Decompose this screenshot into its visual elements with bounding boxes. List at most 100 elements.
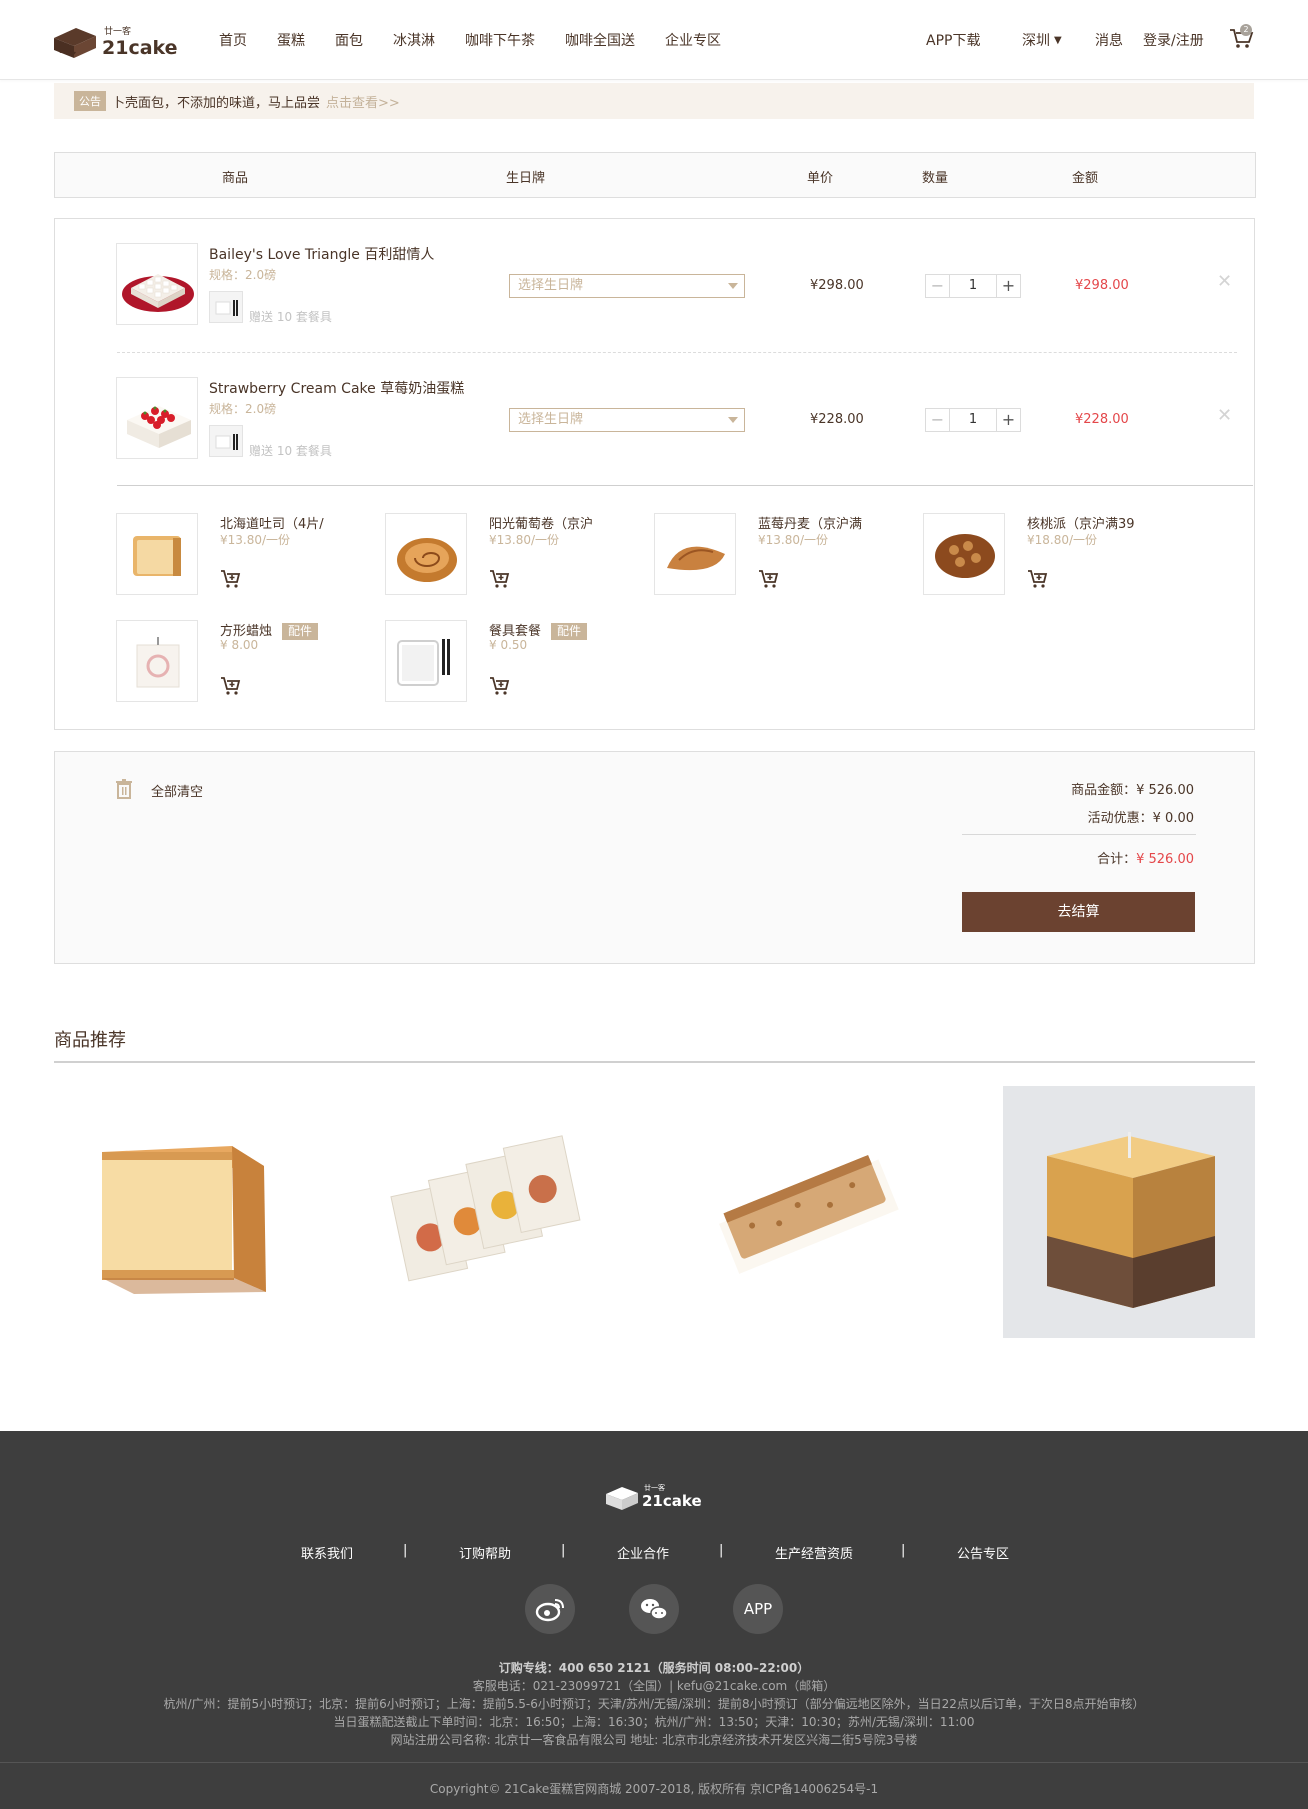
- messages-link[interactable]: 消息: [1095, 0, 1123, 80]
- quantity-value[interactable]: 1: [950, 275, 996, 297]
- pound-cake-image: [719, 1154, 899, 1274]
- footer-link-separator: |: [403, 1543, 408, 1558]
- recommend-product[interactable]: [681, 1086, 933, 1338]
- brand-logo[interactable]: 廿一客 21cake: [52, 16, 177, 62]
- footer-logo[interactable]: 廿一客 21cake: [604, 1478, 702, 1514]
- accessory-name[interactable]: 蓝莓丹麦（京沪满: [758, 513, 908, 532]
- add-to-cart-icon[interactable]: [489, 675, 511, 697]
- increase-button[interactable]: +: [996, 409, 1020, 431]
- nav-bread[interactable]: 面包: [335, 30, 363, 50]
- footer-link-separator: |: [719, 1543, 724, 1558]
- product-name[interactable]: Bailey's Love Triangle 百利甜情人: [209, 244, 434, 264]
- decrease-button[interactable]: −: [926, 275, 950, 297]
- accessory-item: 餐具套餐 配件 ¥ 0.50: [385, 620, 635, 704]
- accessory-image[interactable]: [923, 513, 1005, 595]
- accessory-price: ¥18.80/一份: [1027, 533, 1098, 547]
- notice-text: 卜壳面包，不添加的味道，马上品尝: [112, 95, 321, 111]
- app-download-link[interactable]: APP下载: [926, 0, 980, 80]
- summary-divider: [962, 834, 1196, 835]
- accessory-price: ¥13.80/一份: [758, 533, 829, 547]
- accessory-name-text: 方形蜡烛: [220, 624, 273, 639]
- accessory-name[interactable]: 北海道吐司（4片/: [220, 513, 370, 532]
- quantity-stepper: − 1 +: [925, 274, 1021, 298]
- accessory-name[interactable]: 餐具套餐 配件: [489, 620, 639, 640]
- decrease-button[interactable]: −: [926, 409, 950, 431]
- accessory-price: ¥13.80/一份: [489, 533, 560, 547]
- nav-home[interactable]: 首页: [219, 30, 247, 50]
- site-header: 廿一客 21cake 首页 蛋糕 面包 冰淇淋 咖啡下午茶 咖啡全国送 企业专区…: [0, 0, 1308, 80]
- add-to-cart-icon[interactable]: [220, 568, 242, 590]
- notice-tag: 公告: [74, 91, 106, 111]
- gift-text: 赠送 10 套餐具: [249, 310, 332, 324]
- accessory-image[interactable]: [654, 513, 736, 595]
- footer-company: 网站注册公司名称: 北京廿一客食品有限公司 地址: 北京市北京经济技术开发区兴海…: [390, 1733, 918, 1747]
- accessory-name[interactable]: 阳光葡萄卷（京沪: [489, 513, 639, 532]
- product-image[interactable]: [116, 243, 198, 325]
- clear-all-button[interactable]: 全部清空: [151, 781, 203, 800]
- footer-link-contact[interactable]: 联系我们: [301, 1543, 353, 1562]
- accessory-name[interactable]: 方形蜡烛 配件: [220, 620, 370, 640]
- add-to-cart-icon[interactable]: [220, 675, 242, 697]
- add-to-cart-icon[interactable]: [489, 568, 511, 590]
- checkout-button[interactable]: 去结算: [962, 892, 1195, 932]
- footer-link-announcement[interactable]: 公告专区: [957, 1543, 1009, 1562]
- app-icon[interactable]: APP: [733, 1584, 783, 1634]
- caret-down-icon: ▼: [1054, 34, 1062, 46]
- quantity-value[interactable]: 1: [950, 409, 996, 431]
- nav-enterprise[interactable]: 企业专区: [665, 30, 721, 50]
- nav-cake[interactable]: 蛋糕: [277, 30, 305, 50]
- goods-amount: 商品金额：¥ 526.00: [1071, 783, 1194, 798]
- product-image[interactable]: [116, 377, 198, 459]
- col-product: 商品: [222, 171, 249, 186]
- product-name[interactable]: Strawberry Cream Cake 草莓奶油蛋糕: [209, 378, 464, 398]
- notice-link[interactable]: 点击查看>>: [326, 92, 400, 111]
- accessory-tag: 配件: [551, 623, 588, 640]
- total-value: ¥ 526.00: [1136, 852, 1194, 867]
- login-link[interactable]: 登录/注册: [1143, 0, 1204, 80]
- accessory-item: 阳光葡萄卷（京沪 ¥13.80/一份: [385, 513, 635, 597]
- nav-coffee-tea[interactable]: 咖啡下午茶: [465, 30, 535, 50]
- remove-icon[interactable]: ✕: [1217, 405, 1232, 426]
- notice-bar: 公告 卜壳面包，不添加的味道，马上品尝 点击查看>>: [54, 83, 1254, 119]
- cutlery-gift-icon: [209, 425, 243, 457]
- item-amount: ¥228.00: [1075, 412, 1129, 427]
- recommend-title: 商品推荐: [54, 1030, 126, 1051]
- city-selector[interactable]: 深圳 ▼: [1022, 0, 1062, 80]
- remove-icon[interactable]: ✕: [1217, 271, 1232, 292]
- footer-divider: [0, 1762, 1308, 1763]
- nav-coffee-delivery[interactable]: 咖啡全国送: [565, 30, 635, 50]
- add-to-cart-icon[interactable]: [1027, 568, 1049, 590]
- discount-amount: 活动优惠：¥ 0.00: [1087, 811, 1194, 826]
- snack-packs-image: [390, 1135, 581, 1282]
- city-label: 深圳: [1022, 33, 1050, 49]
- accessory-price: ¥13.80/一份: [220, 533, 291, 547]
- trash-icon[interactable]: [115, 779, 133, 799]
- birthday-card-select[interactable]: 选择生日牌: [509, 408, 745, 432]
- recommend-product[interactable]: [357, 1086, 609, 1338]
- accessory-image[interactable]: [116, 620, 198, 702]
- weibo-icon[interactable]: [525, 1584, 575, 1634]
- recommend-product[interactable]: [54, 1086, 306, 1338]
- accessory-image[interactable]: [385, 513, 467, 595]
- recommend-product[interactable]: [1003, 1086, 1255, 1338]
- footer-deadline: 当日蛋糕配送截止下单时间：北京：16:50；上海：16:30；杭州/广州：13:…: [333, 1715, 975, 1729]
- wechat-icon[interactable]: [629, 1584, 679, 1634]
- add-to-cart-icon[interactable]: [758, 568, 780, 590]
- logo-text: 21cake: [102, 37, 177, 59]
- accessory-tag: 配件: [282, 623, 319, 640]
- total-row: 合计：¥ 526.00: [1097, 848, 1194, 867]
- accessory-price: ¥ 8.00: [220, 638, 259, 652]
- nav-icecream[interactable]: 冰淇淋: [393, 30, 435, 50]
- col-birthday-card: 生日牌: [506, 171, 546, 186]
- cart-table-header: 商品 生日牌 单价 数量 金额: [54, 152, 1256, 198]
- accessory-image[interactable]: [385, 620, 467, 702]
- accessory-name[interactable]: 核桃派（京沪满39: [1027, 513, 1177, 532]
- footer-link-cooperation[interactable]: 企业合作: [617, 1543, 669, 1562]
- site-footer: 廿一客 21cake 联系我们 | 订购帮助 | 企业合作 | 生产经营资质 |…: [0, 1431, 1308, 1809]
- footer-copyright: Copyright© 21Cake蛋糕官网商城 2007-2018, 版权所有 …: [429, 1782, 879, 1796]
- birthday-card-select[interactable]: 选择生日牌: [509, 274, 745, 298]
- increase-button[interactable]: +: [996, 275, 1020, 297]
- footer-link-qualification[interactable]: 生产经营资质: [775, 1543, 853, 1562]
- accessory-image[interactable]: [116, 513, 198, 595]
- footer-link-help[interactable]: 订购帮助: [459, 1543, 511, 1562]
